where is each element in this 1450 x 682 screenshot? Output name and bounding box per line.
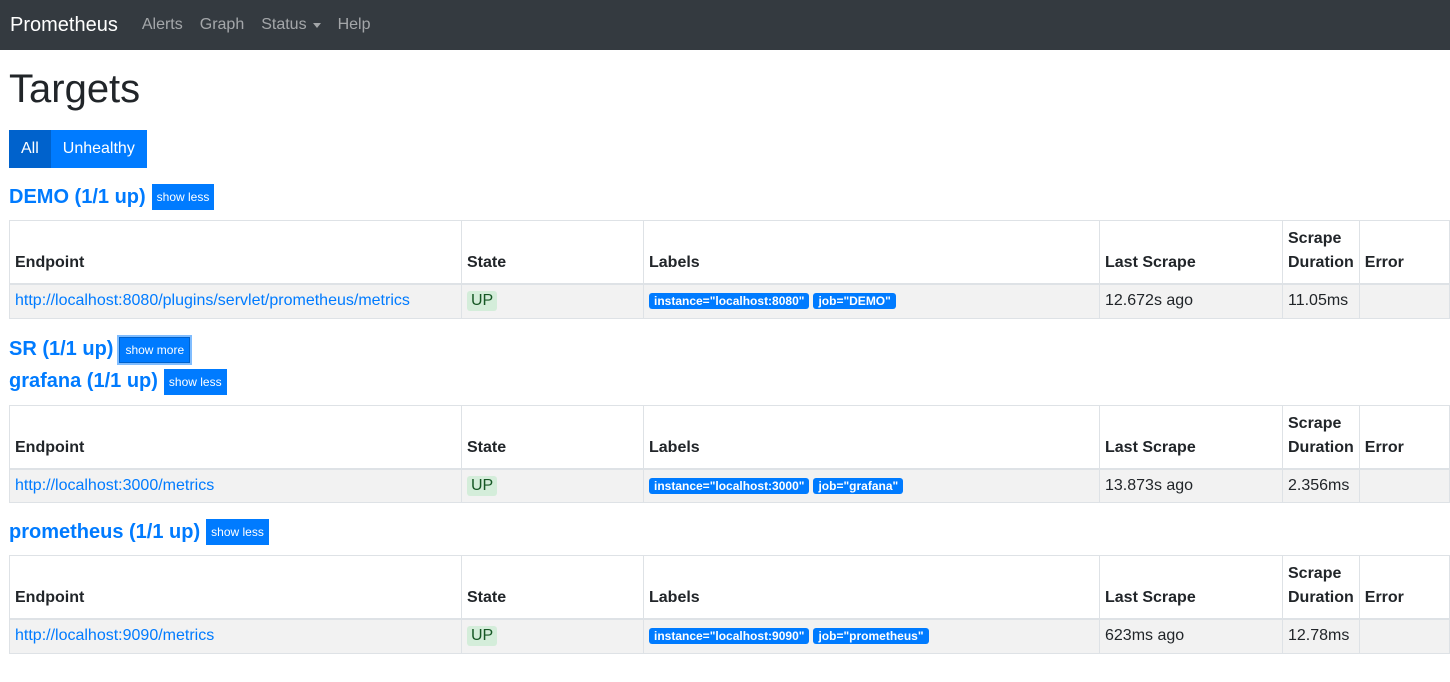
table-row: http://localhost:8080/plugins/servlet/pr… bbox=[9, 283, 1450, 319]
job-title-link[interactable]: SR (1/1 up) bbox=[9, 338, 113, 361]
endpoint-link[interactable]: http://localhost:9090/metrics bbox=[15, 627, 214, 644]
labels-cell: instance="localhost:9090" job="prometheus… bbox=[643, 618, 1100, 654]
column-header-state: State bbox=[461, 555, 644, 620]
column-header-labels: Labels bbox=[643, 555, 1100, 620]
state-cell: UP bbox=[461, 468, 644, 503]
last-scrape-cell: 12.672s ago bbox=[1099, 283, 1283, 319]
job-header: DEMO (1/1 up) show less bbox=[9, 182, 1450, 212]
endpoint-cell: http://localhost:8080/plugins/servlet/pr… bbox=[9, 283, 462, 319]
state-cell: UP bbox=[461, 283, 644, 319]
table-row: http://localhost:9090/metrics UP instanc… bbox=[9, 618, 1450, 654]
targets-table: Endpoint State Labels Last Scrape Scrape… bbox=[9, 404, 1450, 503]
navbar: Prometheus Alerts Graph Status Help bbox=[0, 0, 1450, 50]
column-header-endpoint: Endpoint bbox=[9, 404, 462, 470]
endpoint-link[interactable]: http://localhost:3000/metrics bbox=[15, 477, 214, 494]
nav-alerts-label: Alerts bbox=[141, 16, 183, 33]
main-content: Targets All Unhealthy DEMO (1/1 up) show… bbox=[0, 50, 1450, 654]
job-header: prometheus (1/1 up) show less bbox=[9, 517, 1450, 547]
job-title-link[interactable]: grafana (1/1 up) bbox=[9, 370, 158, 393]
column-header-labels: Labels bbox=[643, 404, 1100, 470]
state-badge: UP bbox=[467, 291, 498, 312]
last-scrape-cell: 13.873s ago bbox=[1099, 468, 1283, 503]
error-cell bbox=[1358, 283, 1450, 319]
column-header-scrape-duration: Scrape Duration bbox=[1282, 555, 1360, 620]
show-less-button[interactable]: show less bbox=[151, 184, 215, 210]
column-header-labels: Labels bbox=[643, 220, 1100, 285]
job-header: grafana (1/1 up) show less bbox=[9, 367, 1450, 397]
brand-link[interactable]: Prometheus bbox=[10, 14, 118, 37]
last-scrape-cell: 623ms ago bbox=[1099, 618, 1283, 654]
column-header-state: State bbox=[461, 220, 644, 285]
nav-graph-label: Graph bbox=[199, 16, 245, 33]
state-badge: UP bbox=[467, 475, 498, 496]
scrape-duration-cell: 12.78ms bbox=[1282, 618, 1360, 654]
endpoint-link[interactable]: http://localhost:8080/plugins/servlet/pr… bbox=[15, 292, 410, 309]
state-badge: UP bbox=[467, 626, 498, 647]
labels-cell: instance="localhost:8080" job="DEMO" bbox=[643, 283, 1100, 319]
scrape-duration-cell: 2.356ms bbox=[1282, 468, 1360, 503]
label-badge: job="grafana" bbox=[813, 477, 904, 494]
job-title-link[interactable]: prometheus (1/1 up) bbox=[9, 521, 200, 544]
nav-help[interactable]: Help bbox=[338, 16, 371, 34]
show-more-button[interactable]: show more bbox=[119, 336, 191, 363]
job-section-prometheus: prometheus (1/1 up) show less Endpoint S… bbox=[9, 517, 1450, 654]
column-header-last-scrape: Last Scrape bbox=[1099, 220, 1283, 285]
labels-cell: instance="localhost:3000" job="grafana" bbox=[643, 468, 1100, 503]
column-header-last-scrape: Last Scrape bbox=[1099, 404, 1283, 470]
chevron-down-icon bbox=[312, 22, 321, 28]
error-cell bbox=[1358, 468, 1450, 503]
nav-alerts[interactable]: Alerts bbox=[142, 16, 183, 34]
label-badge: instance="localhost:8080" bbox=[649, 293, 810, 310]
nav-graph[interactable]: Graph bbox=[200, 16, 244, 34]
nav-help-label: Help bbox=[337, 16, 371, 33]
job-section-grafana: grafana (1/1 up) show less Endpoint Stat… bbox=[9, 367, 1450, 503]
column-header-error: Error bbox=[1358, 404, 1450, 470]
job-section-sr: SR (1/1 up) show more bbox=[9, 333, 1450, 367]
label-badge: instance="localhost:9090" bbox=[649, 628, 810, 645]
label-badge: job="prometheus" bbox=[813, 628, 929, 645]
column-header-endpoint: Endpoint bbox=[9, 555, 462, 620]
show-less-button[interactable]: show less bbox=[163, 368, 227, 395]
page-title: Targets bbox=[9, 67, 141, 111]
filter-button-group: All Unhealthy bbox=[9, 130, 1450, 168]
nav-status-dropdown[interactable]: Status bbox=[261, 16, 321, 34]
filter-all-button[interactable]: All bbox=[9, 130, 51, 168]
job-title-link[interactable]: DEMO (1/1 up) bbox=[9, 186, 146, 209]
column-header-last-scrape: Last Scrape bbox=[1099, 555, 1283, 620]
label-badge: instance="localhost:3000" bbox=[649, 477, 810, 494]
column-header-endpoint: Endpoint bbox=[9, 220, 462, 285]
nav-status-label: Status bbox=[261, 16, 307, 33]
endpoint-cell: http://localhost:3000/metrics bbox=[9, 468, 462, 503]
targets-table: Endpoint State Labels Last Scrape Scrape… bbox=[9, 555, 1450, 654]
column-header-scrape-duration: Scrape Duration bbox=[1282, 220, 1360, 285]
job-header: SR (1/1 up) show more bbox=[9, 333, 1450, 367]
job-section-demo: DEMO (1/1 up) show less Endpoint State L… bbox=[9, 182, 1450, 319]
column-header-error: Error bbox=[1358, 555, 1450, 620]
targets-table: Endpoint State Labels Last Scrape Scrape… bbox=[9, 220, 1450, 319]
column-header-scrape-duration: Scrape Duration bbox=[1282, 404, 1360, 470]
filter-unhealthy-button[interactable]: Unhealthy bbox=[50, 130, 147, 168]
state-cell: UP bbox=[461, 618, 644, 654]
column-header-state: State bbox=[461, 404, 644, 470]
error-cell bbox=[1358, 618, 1450, 654]
scrape-duration-cell: 11.05ms bbox=[1282, 283, 1360, 319]
endpoint-cell: http://localhost:9090/metrics bbox=[9, 618, 462, 654]
show-less-button[interactable]: show less bbox=[206, 519, 269, 545]
column-header-error: Error bbox=[1358, 220, 1450, 285]
table-row: http://localhost:3000/metrics UP instanc… bbox=[9, 468, 1450, 503]
label-badge: job="DEMO" bbox=[813, 293, 896, 310]
